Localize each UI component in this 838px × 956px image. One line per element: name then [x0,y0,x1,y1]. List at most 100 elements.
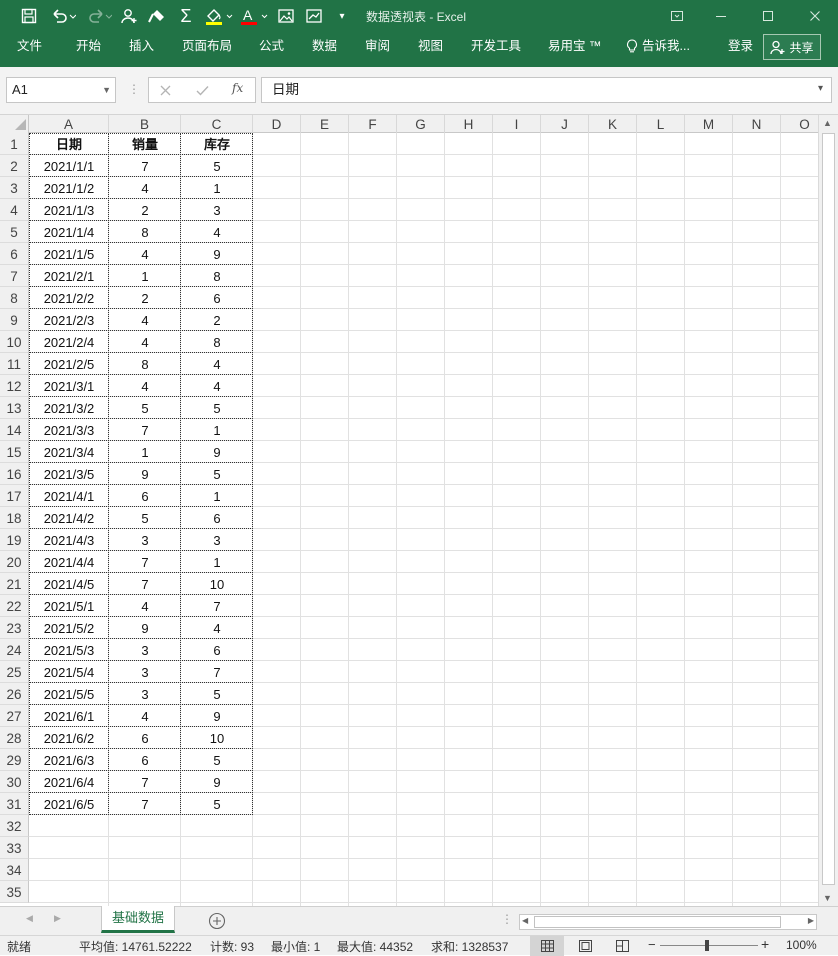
table-cell[interactable]: 4 [181,221,253,243]
row-header[interactable]: 25 [0,661,29,683]
table-cell[interactable]: 7 [181,595,253,617]
status-count[interactable]: 计数: 93 [210,938,254,955]
scroll-right-icon[interactable]: ▶ [808,916,814,925]
zoom-in-icon[interactable]: + [761,936,769,952]
row-header[interactable]: 14 [0,419,29,441]
table-cell[interactable]: 2021/1/1 [29,155,109,177]
table-cell[interactable]: 9 [109,617,181,639]
zoom-level[interactable]: 100% [786,938,817,952]
insert-function-icon[interactable]: fx [232,81,243,95]
vertical-scrollbar[interactable]: ▲ ▼ [818,115,838,907]
tab-yiyongbao[interactable]: 易用宝 ™ [548,32,601,60]
horizontal-scrollbar[interactable]: ◀ ▶ [519,914,817,930]
ribbon-display-icon[interactable] [654,2,700,30]
table-cell[interactable]: 2021/2/2 [29,287,109,309]
table-cell[interactable]: 5 [181,397,253,419]
spreadsheet-grid[interactable]: ABCDEFGHIJKLMNO 1 2 3 4 5 6 7 8 9 10 11 12 13 14 15 16 1… [0,115,818,906]
format-painter-icon[interactable] [146,4,168,28]
table-cell[interactable]: 2021/3/1 [29,375,109,397]
column-header-h[interactable]: H [445,115,493,133]
tab-home[interactable]: 开始 [76,32,101,60]
row-header[interactable]: 19 [0,529,29,551]
table-cell[interactable]: 8 [109,353,181,375]
tab-developer[interactable]: 开发工具 [471,32,521,60]
table-cell[interactable]: 2021/2/5 [29,353,109,375]
column-header-d[interactable]: D [253,115,301,133]
row-header[interactable]: 13 [0,397,29,419]
column-header-l[interactable]: L [637,115,685,133]
row-header[interactable]: 6 [0,243,29,265]
table-cell[interactable]: 7 [109,551,181,573]
table-cell[interactable]: 6 [181,287,253,309]
add-sheet-icon[interactable] [208,912,226,935]
table-cell[interactable]: 2021/3/4 [29,441,109,463]
fill-color-icon[interactable] [203,4,235,28]
table-cell[interactable]: 2021/2/3 [29,309,109,331]
table-cell[interactable]: 5 [109,507,181,529]
table-cell[interactable]: 1 [181,551,253,573]
row-header[interactable]: 5 [0,221,29,243]
table-cell[interactable]: 5 [181,749,253,771]
row-header[interactable]: 11 [0,353,29,375]
scroll-up-icon[interactable]: ▲ [823,118,832,128]
tab-insert[interactable]: 插入 [129,32,154,60]
name-box[interactable]: A1 ▼ [6,77,116,103]
split-handle-icon[interactable]: ⋮ [501,912,513,926]
table-cell[interactable]: 2021/5/4 [29,661,109,683]
row-header[interactable]: 1 [0,133,29,155]
table-cell[interactable]: 2021/1/5 [29,243,109,265]
table-cell[interactable]: 3 [181,529,253,551]
table-cell[interactable]: 1 [181,485,253,507]
picture-icon[interactable] [276,4,296,28]
tab-review[interactable]: 审阅 [365,32,390,60]
sum-icon[interactable]: Σ [175,4,197,28]
row-header[interactable]: 31 [0,793,29,815]
tell-me-search[interactable]: 告诉我... [626,32,690,60]
table-cell[interactable]: 2021/4/2 [29,507,109,529]
column-header-e[interactable]: E [301,115,349,133]
status-average[interactable]: 平均值: 14761.52222 [79,938,192,955]
row-header[interactable]: 10 [0,331,29,353]
tab-view[interactable]: 视图 [418,32,443,60]
table-cell[interactable]: 7 [109,155,181,177]
row-header[interactable]: 18 [0,507,29,529]
enter-icon[interactable] [196,85,209,96]
row-header[interactable]: 34 [0,859,29,881]
zoom-slider-thumb[interactable] [705,940,709,951]
table-cell[interactable]: 5 [181,463,253,485]
table-cell[interactable]: 7 [109,573,181,595]
table-cell[interactable]: 1 [181,419,253,441]
table-cell[interactable]: 2021/2/4 [29,331,109,353]
table-cell[interactable]: 2021/4/3 [29,529,109,551]
table-cell[interactable]: 9 [181,243,253,265]
row-header[interactable]: 26 [0,683,29,705]
chart-icon[interactable] [304,4,324,28]
share-button[interactable]: 共享 [763,34,821,60]
vertical-scroll-thumb[interactable] [822,133,835,885]
table-cell[interactable]: 2021/1/2 [29,177,109,199]
row-header[interactable]: 24 [0,639,29,661]
row-header[interactable]: 3 [0,177,29,199]
prev-sheet-icon[interactable]: ◀ [26,913,33,924]
table-cell[interactable]: 2021/1/3 [29,199,109,221]
header-cell[interactable]: 日期 [29,133,109,155]
table-cell[interactable]: 3 [109,683,181,705]
table-cell[interactable]: 6 [109,485,181,507]
row-header[interactable]: 28 [0,727,29,749]
table-cell[interactable]: 2021/5/2 [29,617,109,639]
row-header[interactable]: 20 [0,551,29,573]
expand-formula-icon[interactable]: ▾ [818,83,823,94]
table-cell[interactable]: 7 [109,419,181,441]
table-cell[interactable]: 2 [109,287,181,309]
table-cell[interactable]: 4 [109,595,181,617]
table-cell[interactable]: 2 [181,309,253,331]
row-header[interactable]: 29 [0,749,29,771]
sheet-tab-active[interactable]: 基础数据 [101,906,175,933]
scroll-left-icon[interactable]: ◀ [522,916,528,925]
table-cell[interactable]: 2021/4/5 [29,573,109,595]
table-cell[interactable]: 3 [109,639,181,661]
column-header-g[interactable]: G [397,115,445,133]
table-cell[interactable]: 4 [181,353,253,375]
table-cell[interactable]: 2021/6/3 [29,749,109,771]
row-header[interactable]: 23 [0,617,29,639]
